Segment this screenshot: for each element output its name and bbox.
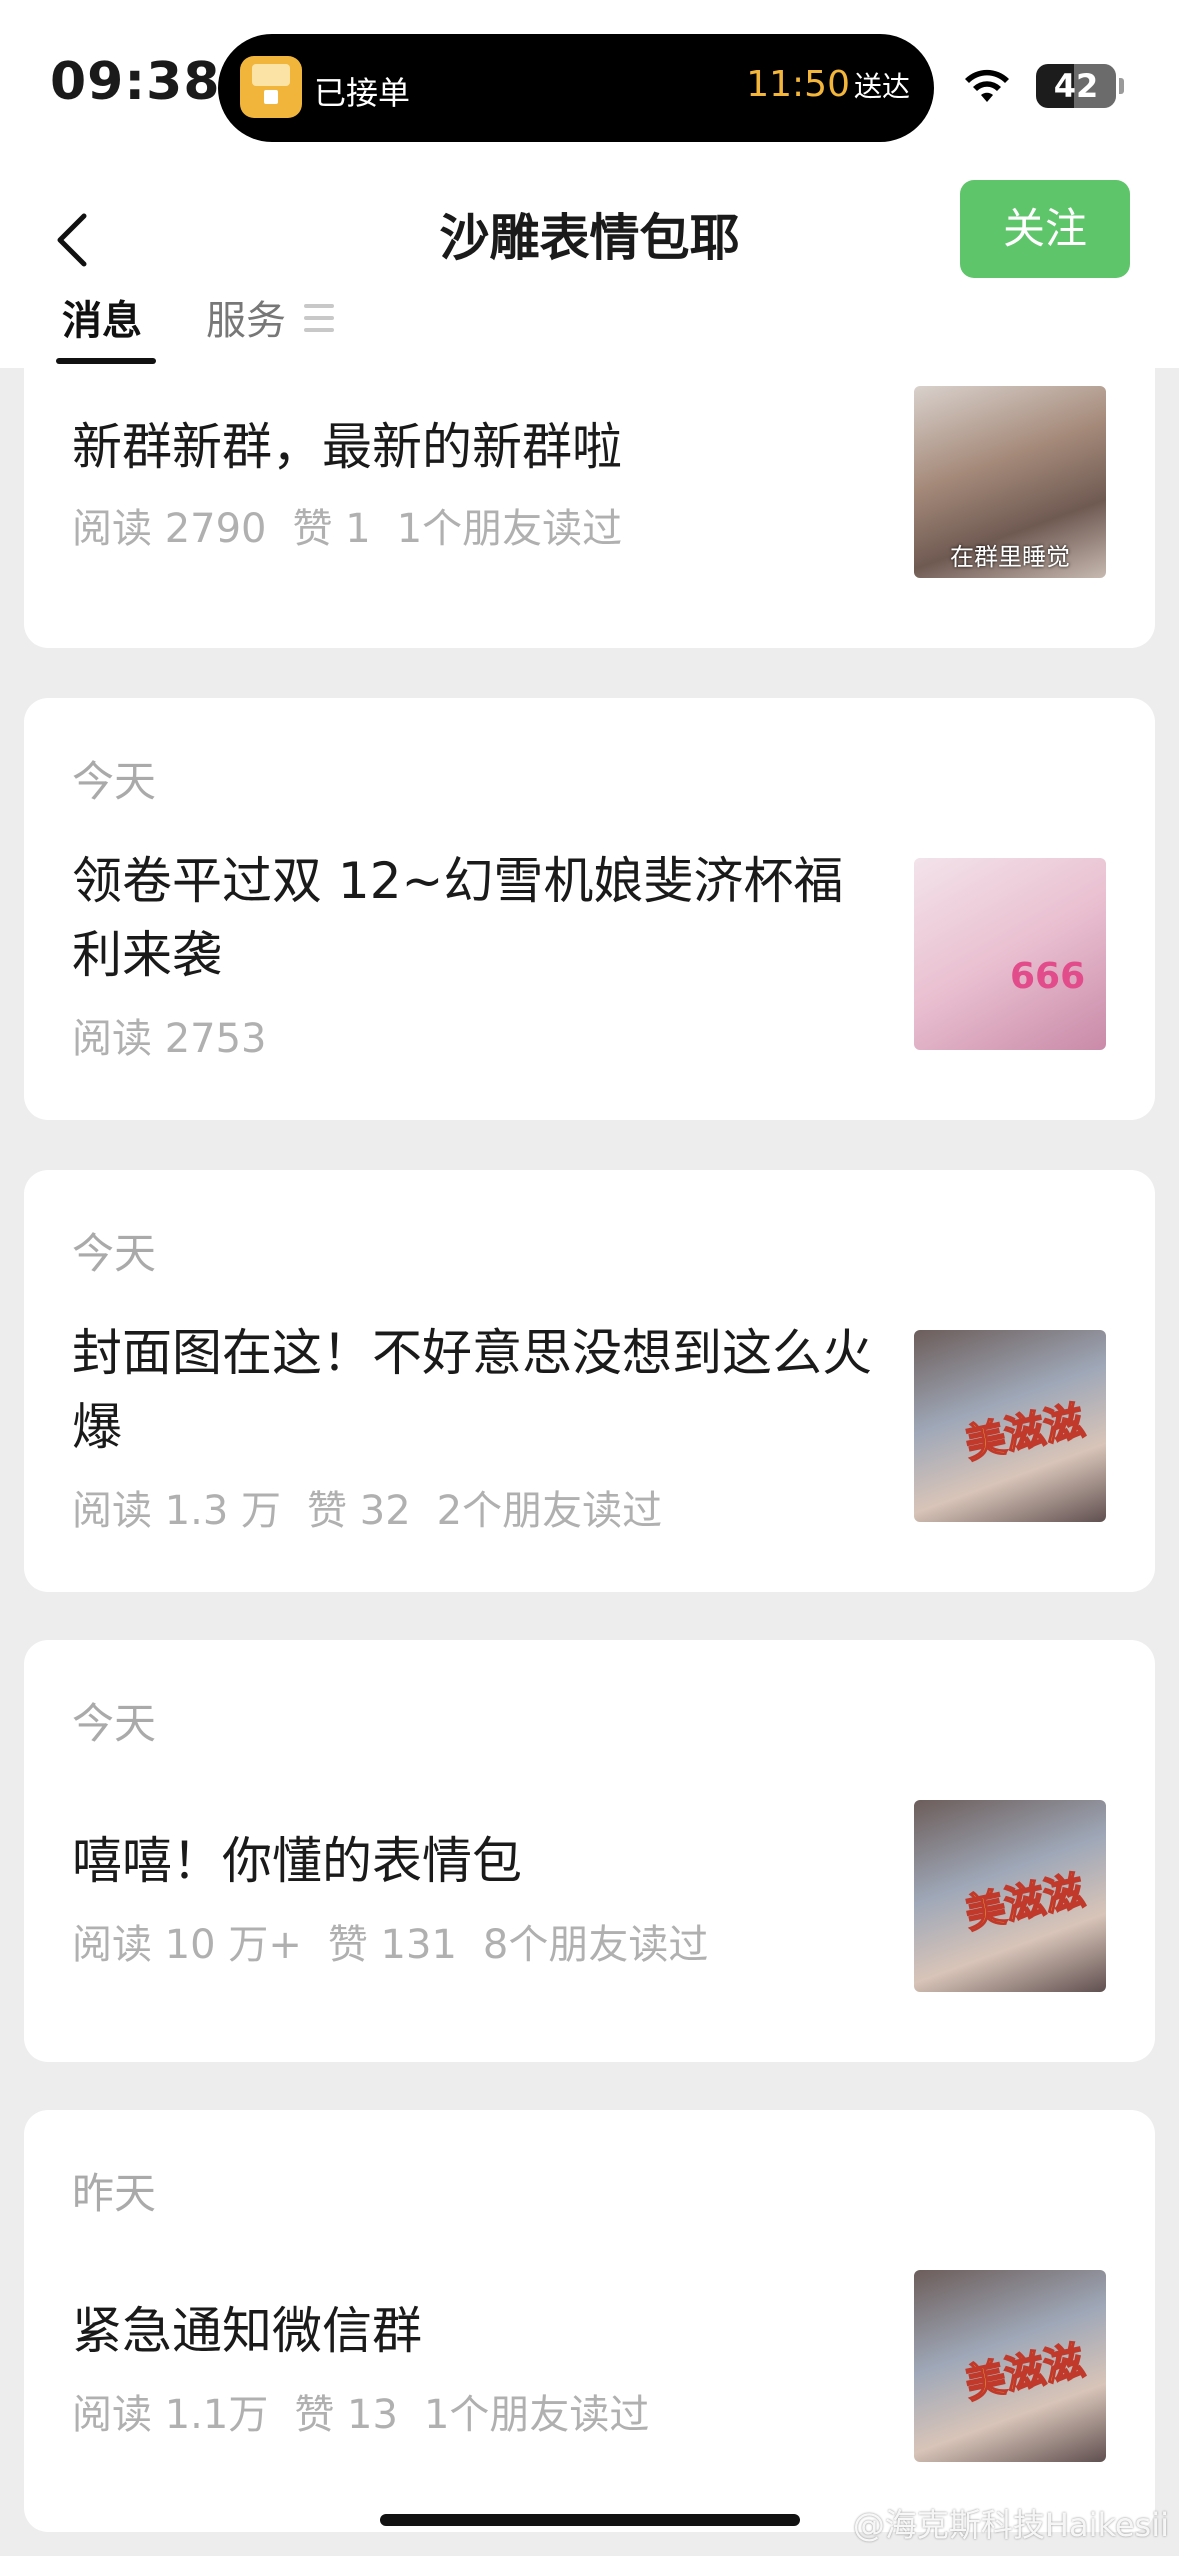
article-thumbnail[interactable]: 美滋滋	[914, 2270, 1106, 2462]
article-thumbnail[interactable]: 美滋滋	[914, 1330, 1106, 1522]
dynamic-island-activity[interactable]: 已接单 11:50 送达	[218, 34, 934, 142]
follow-button[interactable]: 关注	[960, 180, 1130, 278]
tab-messages[interactable]: 消息	[62, 288, 142, 346]
article-card[interactable]: 今天 封面图在这！不好意思没想到这么火爆 阅读 1.3 万赞 32 2个朋友读过 …	[24, 1170, 1155, 1592]
article-stats: 阅读 2790 赞 1 1个朋友读过	[72, 506, 623, 552]
article-stats: 阅读 2753	[72, 1016, 267, 1062]
article-date: 今天	[72, 1699, 157, 1748]
article-thumbnail[interactable]: 在群里睡觉	[914, 386, 1106, 578]
status-time: 09:38	[50, 52, 221, 112]
article-date: 今天	[72, 1229, 157, 1278]
menu-icon[interactable]	[304, 304, 334, 332]
article-title[interactable]: 领卷平过双 12~幻雪机娘斐济杯福利来袭	[72, 844, 882, 992]
thumbnail-caption: 美滋滋	[961, 2337, 1089, 2408]
delivery-box-icon	[240, 56, 302, 118]
article-card[interactable]: 昨天 紧急通知微信群 阅读 1.1万赞 13 1个朋友读过 美滋滋	[24, 2110, 1155, 2532]
tab-services[interactable]: 服务	[206, 288, 286, 346]
watermark-text: @海克斯科技Haikesii	[852, 2506, 1169, 2544]
article-stats: 阅读 1.1万赞 13 1个朋友读过	[72, 2392, 650, 2438]
article-title[interactable]: 嘻嘻！你懂的表情包	[72, 1824, 882, 1898]
thumbnail-caption: 在群里睡觉	[950, 543, 1070, 571]
article-card[interactable]: 今天 领卷平过双 12~幻雪机娘斐济杯福利来袭 阅读 2753 666	[24, 698, 1155, 1120]
article-card[interactable]: 今天 嘻嘻！你懂的表情包 阅读 10 万+ 赞 131 8个朋友读过 美滋滋	[24, 1640, 1155, 2062]
article-title[interactable]: 新群新群，最新的新群啦	[72, 410, 882, 484]
active-tab-indicator	[56, 358, 156, 364]
article-date: 昨天	[72, 2169, 157, 2218]
article-stats: 阅读 10 万+ 赞 131 8个朋友读过	[72, 1922, 709, 1968]
article-stats: 阅读 1.3 万赞 32 2个朋友读过	[72, 1488, 663, 1534]
nav-bar: 沙雕表情包耶 关注 消息 服务	[0, 170, 1179, 368]
thumbnail-caption: 美滋滋	[961, 1867, 1089, 1938]
article-thumbnail[interactable]: 666	[914, 858, 1106, 1050]
status-bar: 09:38 已接单 11:50 送达 42	[0, 0, 1179, 170]
article-title[interactable]: 封面图在这！不好意思没想到这么火爆	[72, 1316, 882, 1464]
home-indicator[interactable]	[380, 2514, 800, 2526]
order-status-text: 已接单	[314, 74, 411, 112]
article-title[interactable]: 紧急通知微信群	[72, 2294, 882, 2368]
article-thumbnail[interactable]: 美滋滋	[914, 1800, 1106, 1992]
article-card[interactable]: 新群新群，最新的新群啦 阅读 2790 赞 1 1个朋友读过 在群里睡觉	[24, 368, 1155, 648]
thumbnail-caption: 666	[1010, 956, 1086, 997]
delivery-eta: 11:50 送达	[746, 64, 910, 105]
thumbnail-caption: 美滋滋	[961, 1397, 1089, 1468]
wifi-icon	[965, 69, 1009, 102]
battery-icon: 42	[1036, 64, 1124, 108]
article-date: 今天	[72, 757, 157, 806]
